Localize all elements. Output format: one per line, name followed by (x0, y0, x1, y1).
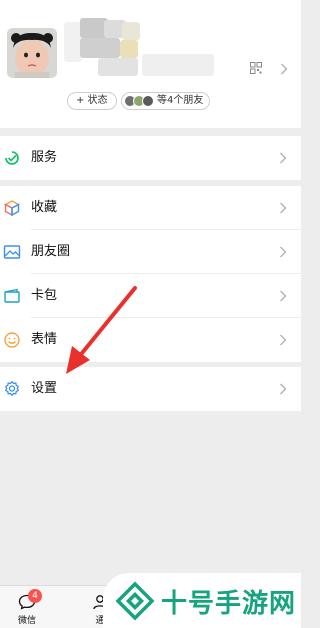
watermark: 十号手游网 (103, 573, 301, 628)
watermark-logo-icon (115, 581, 155, 621)
tab-label: 微信 (17, 616, 36, 626)
me-page: { "profile": { "status_label": "+ 状态", "… (0, 0, 301, 628)
annotation-arrow (66, 286, 137, 374)
watermark-text: 十号手游网 (161, 589, 297, 619)
tab-chats[interactable]: 4 微信 (7, 586, 47, 628)
unread-badge: 4 (28, 589, 42, 603)
